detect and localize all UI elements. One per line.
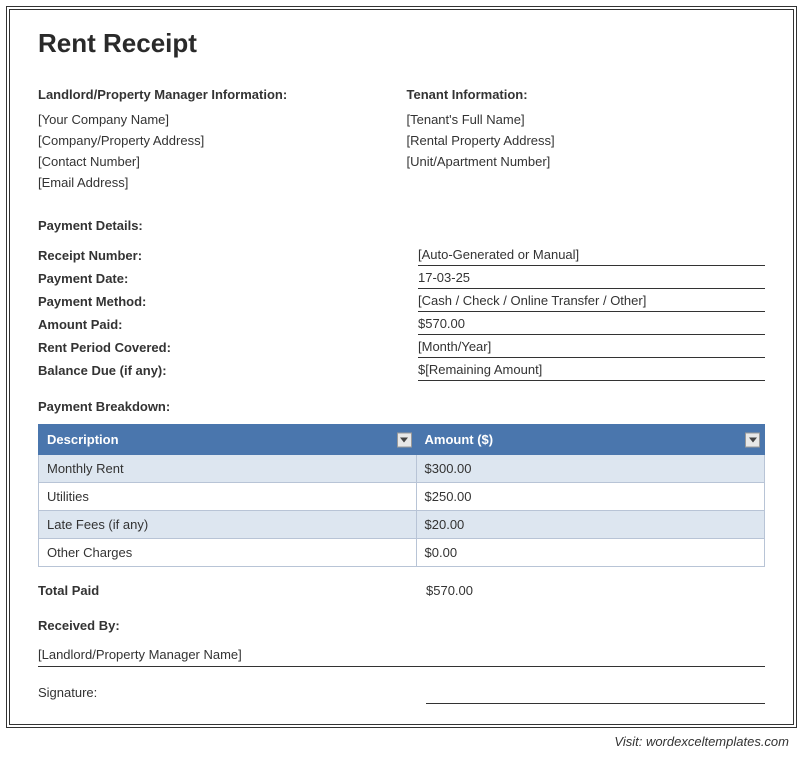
landlord-company: [Your Company Name] — [38, 112, 397, 127]
payment-date-label: Payment Date: — [38, 269, 418, 288]
payment-row-date: Payment Date: 17-03-25 — [38, 268, 765, 289]
balance-due-label: Balance Due (if any): — [38, 361, 418, 380]
balance-due-value: $[Remaining Amount] — [418, 360, 765, 381]
col-description-label: Description — [47, 432, 119, 447]
landlord-address: [Company/Property Address] — [38, 133, 397, 148]
cell-desc: Utilities — [39, 483, 417, 511]
col-description: Description — [39, 425, 417, 455]
tenant-name: [Tenant's Full Name] — [407, 112, 766, 127]
landlord-email: [Email Address] — [38, 175, 397, 190]
payment-row-method: Payment Method: [Cash / Check / Online T… — [38, 291, 765, 312]
table-row: Monthly Rent $300.00 — [39, 455, 765, 483]
cell-desc: Monthly Rent — [39, 455, 417, 483]
tenant-address: [Rental Property Address] — [407, 133, 766, 148]
amount-paid-label: Amount Paid: — [38, 315, 418, 334]
payment-date-value: 17-03-25 — [418, 268, 765, 289]
payment-row-period: Rent Period Covered: [Month/Year] — [38, 337, 765, 358]
cell-amount: $20.00 — [416, 511, 764, 539]
col-amount-label: Amount ($) — [425, 432, 494, 447]
tenant-heading: Tenant Information: — [407, 87, 766, 102]
breakdown-heading: Payment Breakdown: — [38, 399, 765, 414]
document-outer-border: Rent Receipt Landlord/Property Manager I… — [6, 6, 797, 728]
received-heading: Received By: — [38, 618, 765, 633]
info-columns: Landlord/Property Manager Information: [… — [38, 87, 765, 196]
payment-row-balance: Balance Due (if any): $[Remaining Amount… — [38, 360, 765, 381]
tenant-column: Tenant Information: [Tenant's Full Name]… — [407, 87, 766, 196]
receipt-number-label: Receipt Number: — [38, 246, 418, 265]
total-label: Total Paid — [38, 583, 426, 598]
signature-row: Signature: — [38, 685, 765, 704]
page-title: Rent Receipt — [38, 28, 765, 59]
filter-dropdown-icon[interactable] — [745, 432, 760, 447]
received-name: [Landlord/Property Manager Name] — [38, 647, 765, 667]
payment-method-label: Payment Method: — [38, 292, 418, 311]
breakdown-table: Description Amount ($) Monthly Rent $300… — [38, 424, 765, 567]
received-section: Received By: [Landlord/Property Manager … — [38, 618, 765, 704]
document-inner-border: Rent Receipt Landlord/Property Manager I… — [9, 9, 794, 725]
footer-credit: Visit: wordexceltemplates.com — [6, 734, 797, 749]
cell-amount: $0.00 — [416, 539, 764, 567]
rent-period-value: [Month/Year] — [418, 337, 765, 358]
table-row: Late Fees (if any) $20.00 — [39, 511, 765, 539]
cell-desc: Other Charges — [39, 539, 417, 567]
table-row: Other Charges $0.00 — [39, 539, 765, 567]
payment-row-receipt-number: Receipt Number: [Auto-Generated or Manua… — [38, 245, 765, 266]
payment-method-value: [Cash / Check / Online Transfer / Other] — [418, 291, 765, 312]
cell-amount: $250.00 — [416, 483, 764, 511]
amount-paid-value: $570.00 — [418, 314, 765, 335]
signature-line — [426, 690, 765, 704]
tenant-unit: [Unit/Apartment Number] — [407, 154, 766, 169]
cell-desc: Late Fees (if any) — [39, 511, 417, 539]
payment-heading: Payment Details: — [38, 218, 765, 233]
rent-period-label: Rent Period Covered: — [38, 338, 418, 357]
col-amount: Amount ($) — [416, 425, 764, 455]
payment-details-section: Payment Details: Receipt Number: [Auto-G… — [38, 218, 765, 381]
signature-label: Signature: — [38, 685, 426, 704]
landlord-contact: [Contact Number] — [38, 154, 397, 169]
table-row: Utilities $250.00 — [39, 483, 765, 511]
filter-dropdown-icon[interactable] — [397, 432, 412, 447]
landlord-heading: Landlord/Property Manager Information: — [38, 87, 397, 102]
total-row: Total Paid $570.00 — [38, 583, 765, 598]
payment-row-amount: Amount Paid: $570.00 — [38, 314, 765, 335]
cell-amount: $300.00 — [416, 455, 764, 483]
landlord-column: Landlord/Property Manager Information: [… — [38, 87, 397, 196]
total-value: $570.00 — [426, 583, 473, 598]
receipt-number-value: [Auto-Generated or Manual] — [418, 245, 765, 266]
